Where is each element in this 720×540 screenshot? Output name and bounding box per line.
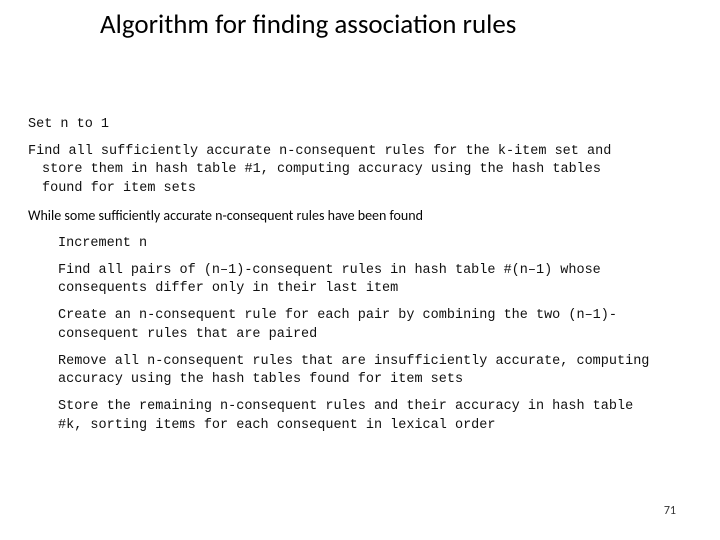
line: Create an n-consequent rule for each pai… — [58, 307, 692, 325]
step-find-initial: Find all sufficiently accurate n-consequ… — [28, 143, 692, 198]
step-create-rule: Create an n-consequent rule for each pai… — [58, 307, 692, 343]
line: consequent rules that are paired — [58, 326, 692, 344]
line: Remove all n-consequent rules that are i… — [58, 353, 692, 371]
slide-title: Algorithm for finding association rules — [100, 8, 516, 41]
algorithm-body: Set n to 1 Find all sufficiently accurat… — [28, 116, 692, 444]
step-increment: Increment n — [58, 235, 692, 253]
line: Find all sufficiently accurate n-consequ… — [28, 143, 692, 161]
line: accuracy using the hash tables found for… — [58, 371, 692, 389]
step-remove-inaccurate: Remove all n-consequent rules that are i… — [58, 353, 692, 389]
while-condition: While some sufficiently accurate n-conse… — [28, 207, 692, 226]
step-set-n: Set n to 1 — [28, 116, 692, 134]
line: store them in hash table #1, computing a… — [28, 161, 692, 179]
line: #k, sorting items for each consequent in… — [58, 417, 692, 435]
step-store-remaining: Store the remaining n-consequent rules a… — [58, 398, 692, 434]
line: found for item sets — [28, 180, 692, 198]
line: consequents differ only in their last it… — [58, 280, 692, 298]
page-number: 71 — [664, 504, 676, 518]
while-body: Increment n Find all pairs of (n–1)-cons… — [28, 235, 692, 435]
step-find-pairs: Find all pairs of (n–1)-consequent rules… — [58, 262, 692, 298]
line: Find all pairs of (n–1)-consequent rules… — [58, 262, 692, 280]
line: Store the remaining n-consequent rules a… — [58, 398, 692, 416]
